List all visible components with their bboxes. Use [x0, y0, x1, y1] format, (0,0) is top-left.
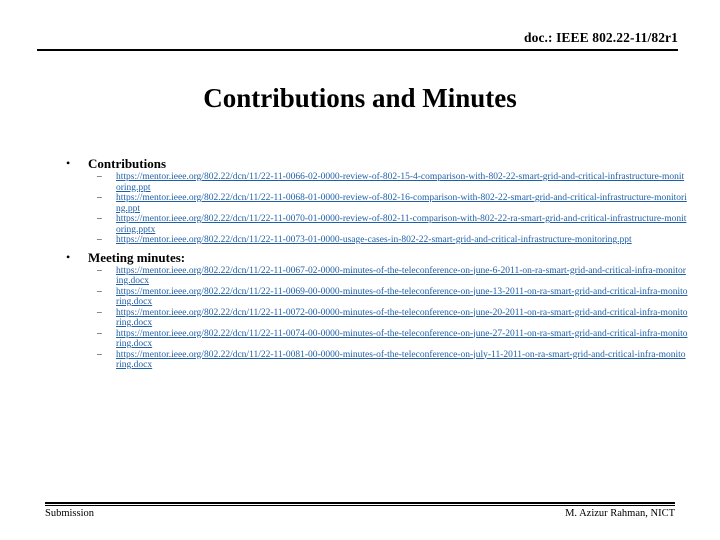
dash-icon: –	[97, 214, 102, 224]
minutes-link[interactable]: https://mentor.ieee.org/802.22/dcn/11/22…	[116, 266, 688, 287]
contribution-link[interactable]: https://mentor.ieee.org/802.22/dcn/11/22…	[116, 235, 688, 246]
bullet-icon: •	[66, 156, 71, 170]
list-item: – https://mentor.ieee.org/802.22/dcn/11/…	[58, 214, 688, 235]
bullet-icon: •	[66, 249, 71, 264]
section-heading-label: Contributions	[88, 156, 167, 171]
section-heading-meeting-minutes: • Meeting minutes:	[58, 249, 688, 266]
slide-footer: Submission M. Azizur Rahman, NICT	[45, 502, 675, 524]
dash-icon: –	[97, 265, 102, 276]
dash-icon: –	[97, 172, 102, 182]
list-item: – https://mentor.ieee.org/802.22/dcn/11/…	[58, 266, 688, 287]
slide: doc.: IEEE 802.22-11/82r1 Contributions …	[0, 0, 720, 540]
footer-author-label: M. Azizur Rahman, NICT	[565, 508, 675, 519]
list-item: – https://mentor.ieee.org/802.22/dcn/11/…	[58, 235, 688, 246]
contribution-link[interactable]: https://mentor.ieee.org/802.22/dcn/11/22…	[116, 193, 688, 214]
list-item: – https://mentor.ieee.org/802.22/dcn/11/…	[58, 193, 688, 214]
section-contributions: • Contributions – https://mentor.ieee.or…	[58, 155, 688, 246]
header-divider	[37, 49, 678, 51]
page-title: Contributions and Minutes	[203, 83, 517, 113]
minutes-link[interactable]: https://mentor.ieee.org/802.22/dcn/11/22…	[116, 308, 688, 329]
list-item: – https://mentor.ieee.org/802.22/dcn/11/…	[58, 308, 688, 329]
section-meeting-minutes: • Meeting minutes: – https://mentor.ieee…	[58, 249, 688, 371]
contribution-link[interactable]: https://mentor.ieee.org/802.22/dcn/11/22…	[116, 214, 688, 235]
minutes-link[interactable]: https://mentor.ieee.org/802.22/dcn/11/22…	[116, 350, 688, 371]
section-heading-contributions: • Contributions	[58, 155, 688, 172]
contribution-link[interactable]: https://mentor.ieee.org/802.22/dcn/11/22…	[116, 172, 688, 193]
footer-divider-top	[45, 502, 675, 504]
list-item: – https://mentor.ieee.org/802.22/dcn/11/…	[58, 172, 688, 193]
minutes-link[interactable]: https://mentor.ieee.org/802.22/dcn/11/22…	[116, 329, 688, 350]
list-item: – https://mentor.ieee.org/802.22/dcn/11/…	[58, 287, 688, 308]
dash-icon: –	[97, 349, 102, 360]
minutes-link[interactable]: https://mentor.ieee.org/802.22/dcn/11/22…	[116, 287, 688, 308]
document-header: doc.: IEEE 802.22-11/82r1	[37, 30, 678, 52]
contributions-link-list: – https://mentor.ieee.org/802.22/dcn/11/…	[58, 172, 688, 246]
dash-icon: –	[97, 328, 102, 339]
list-item: – https://mentor.ieee.org/802.22/dcn/11/…	[58, 350, 688, 371]
list-item: – https://mentor.ieee.org/802.22/dcn/11/…	[58, 329, 688, 350]
footer-divider-bottom	[45, 505, 675, 506]
dash-icon: –	[97, 235, 102, 245]
minutes-link-list: – https://mentor.ieee.org/802.22/dcn/11/…	[58, 266, 688, 371]
footer-submission-label: Submission	[45, 508, 95, 519]
section-heading-label: Meeting minutes:	[88, 249, 186, 265]
dash-icon: –	[97, 286, 102, 297]
dash-icon: –	[97, 307, 102, 318]
slide-body: • Contributions – https://mentor.ieee.or…	[58, 155, 688, 371]
dash-icon: –	[97, 193, 102, 203]
document-number-label: doc.: IEEE 802.22-11/82r1	[523, 30, 678, 45]
